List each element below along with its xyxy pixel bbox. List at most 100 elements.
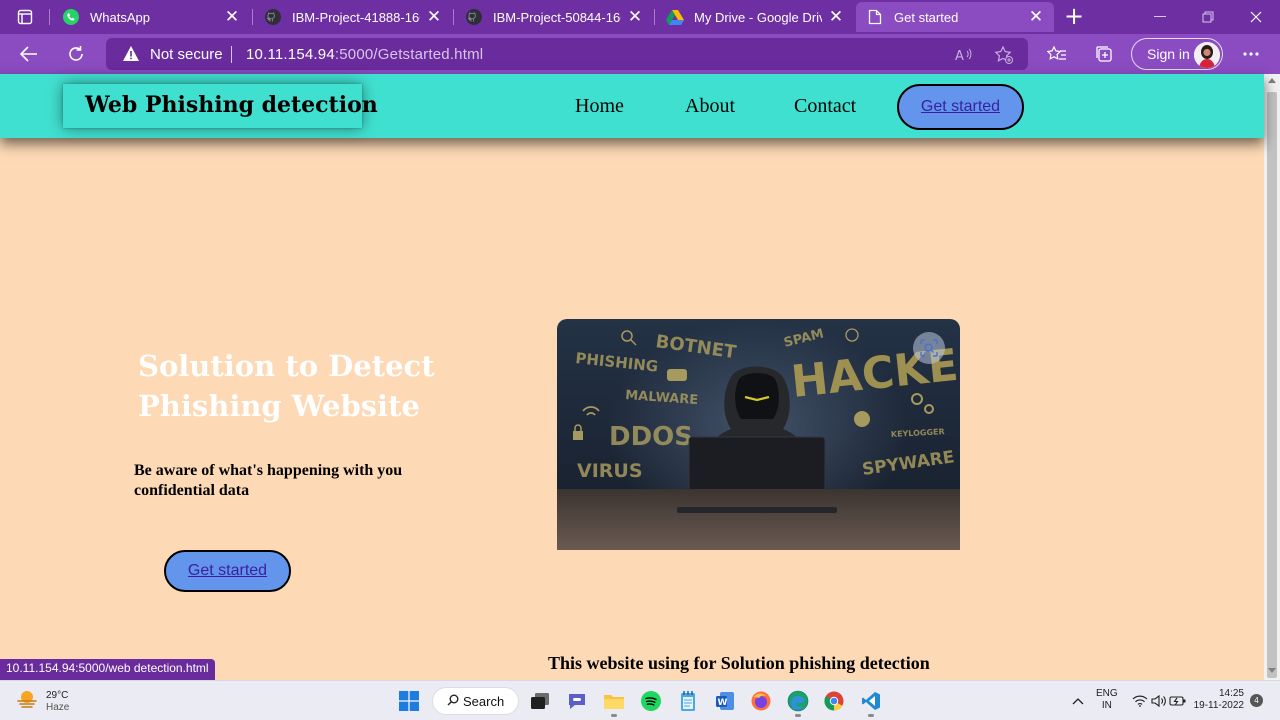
refresh-icon[interactable] — [61, 39, 91, 69]
windows-start-icon[interactable] — [397, 689, 421, 713]
clock-date: 19-11-2022 — [1193, 700, 1244, 711]
close-icon[interactable]: ✕ — [627, 8, 643, 25]
tab-title: IBM-Project-41888-166 — [292, 9, 420, 25]
nav-about-link[interactable]: About — [685, 95, 735, 118]
url-path: :5000/Getstarted.html — [334, 46, 484, 63]
scroll-up-icon[interactable] — [1268, 78, 1276, 83]
search-label: Search — [463, 693, 505, 709]
weather-temperature: 29°C — [46, 689, 69, 701]
collections-icon[interactable] — [1089, 39, 1119, 69]
file-explorer-icon[interactable] — [602, 689, 626, 713]
avatar — [1194, 42, 1220, 68]
close-icon[interactable]: ✕ — [426, 8, 442, 25]
security-status-label[interactable]: Not secure — [150, 46, 223, 63]
firefox-icon[interactable] — [749, 689, 773, 713]
tab-title: My Drive - Google Drive — [694, 9, 822, 25]
tab-actions-menu-icon[interactable] — [0, 0, 50, 34]
language-code: ENG — [1096, 688, 1118, 699]
haze-icon — [16, 688, 38, 715]
tab-get-started[interactable]: Get started ✕ — [856, 2, 1054, 32]
address-bar[interactable]: Not secure 10.11.154.94:5000/Getstarted.… — [106, 38, 1028, 70]
page-icon — [866, 8, 884, 26]
chrome-icon[interactable] — [822, 689, 846, 713]
site-brand: Web Phishing detection — [85, 92, 378, 118]
search-icon — [447, 694, 459, 709]
tab-whatsapp[interactable]: WhatsApp ✕ — [52, 2, 250, 32]
language-region: IN — [1101, 700, 1112, 711]
tab-ibm-project-50844[interactable]: IBM-Project-50844-166 ✕ — [455, 2, 653, 32]
github-icon — [465, 8, 483, 26]
tab-google-drive[interactable]: My Drive - Google Drive ✕ — [656, 2, 854, 32]
new-tab-icon[interactable]: + — [1060, 3, 1088, 31]
close-icon[interactable]: ✕ — [828, 8, 844, 25]
github-icon — [264, 8, 282, 26]
page-scrollbar[interactable] — [1264, 74, 1280, 680]
visual-search-icon[interactable] — [913, 332, 945, 364]
nav-contact-link[interactable]: Contact — [794, 95, 856, 118]
browser-tab-strip: WhatsApp ✕ IBM-Project-41888-166 ✕ IBM-P… — [0, 0, 1280, 34]
running-indicator — [868, 714, 874, 717]
tab-separator — [654, 9, 655, 25]
close-icon[interactable]: ✕ — [224, 8, 240, 25]
nav-home-link[interactable]: Home — [575, 95, 624, 118]
clock-time: 14:25 — [1218, 688, 1244, 699]
back-arrow-icon[interactable] — [14, 39, 44, 69]
status-bar-url: 10.11.154.94:5000/web detection.html — [0, 659, 215, 680]
more-options-icon[interactable] — [1236, 39, 1266, 69]
whatsapp-icon — [62, 8, 80, 26]
notification-badge[interactable]: 4 — [1250, 694, 1263, 707]
hero-title: Solution to Detect Phishing Website — [138, 349, 435, 423]
windows-taskbar: 29°C Haze Search W ENG IN 14:25 19-11-20… — [0, 680, 1280, 720]
add-favorite-icon[interactable] — [992, 43, 1016, 67]
footer-text: This website using for Solution phishing… — [548, 653, 930, 673]
brand-box: Web Phishing detection — [63, 84, 378, 128]
hero-get-started-label: Get started — [187, 562, 268, 579]
task-view-icon[interactable] — [528, 689, 552, 713]
read-aloud-icon[interactable]: A — [952, 43, 976, 67]
running-indicator — [611, 714, 617, 717]
vscode-icon[interactable] — [859, 689, 883, 713]
taskbar-search-box[interactable]: Search — [432, 687, 519, 715]
battery-icon[interactable] — [1166, 689, 1190, 713]
hacker-image: PHISHING BOTNET SPAM HACKER MALWARE DDOS… — [557, 319, 960, 550]
close-window-icon[interactable] — [1232, 0, 1280, 34]
tab-title: IBM-Project-50844-166 — [493, 9, 621, 25]
spotify-icon[interactable] — [639, 689, 663, 713]
chevron-up-icon[interactable] — [1066, 689, 1090, 713]
nav-get-started-label: Get started — [920, 98, 1001, 115]
close-icon[interactable]: ✕ — [1028, 8, 1044, 25]
running-indicator — [795, 714, 801, 717]
nav-get-started-button[interactable]: Get started — [897, 84, 1024, 130]
scroll-down-icon[interactable] — [1268, 668, 1276, 673]
url-text[interactable]: 10.11.154.94:5000/Getstarted.html — [246, 46, 483, 63]
address-divider — [231, 46, 232, 63]
svg-text:W: W — [718, 698, 728, 708]
notepad-icon[interactable] — [676, 689, 700, 713]
image-word: VIRUS — [577, 460, 643, 482]
edge-icon[interactable] — [786, 689, 810, 713]
minimize-icon[interactable] — [1136, 0, 1184, 34]
microsoft-word-icon[interactable]: W — [713, 689, 737, 713]
scrollbar-thumb[interactable] — [1267, 92, 1277, 678]
warning-icon[interactable] — [122, 45, 140, 66]
tab-title: Get started — [894, 9, 959, 25]
hero-subtitle: Be aware of what's happening with you co… — [134, 462, 403, 499]
tab-separator — [49, 9, 50, 25]
sign-in-label: Sign in — [1147, 46, 1190, 62]
system-clock[interactable]: 14:25 19-11-2022 — [1192, 688, 1244, 712]
url-host: 10.11.154.94 — [246, 46, 335, 63]
tab-ibm-project-41888[interactable]: IBM-Project-41888-166 ✕ — [254, 2, 452, 32]
restore-icon[interactable] — [1184, 0, 1232, 34]
language-indicator[interactable]: ENG IN — [1096, 688, 1118, 712]
weather-widget[interactable]: 29°C Haze — [16, 688, 69, 715]
teams-chat-icon[interactable] — [565, 689, 589, 713]
google-drive-icon — [666, 8, 684, 26]
browser-toolbar: Not secure 10.11.154.94:5000/Getstarted.… — [0, 34, 1280, 74]
tab-separator — [453, 9, 454, 25]
sign-in-button[interactable]: Sign in — [1131, 38, 1223, 70]
tab-separator — [252, 9, 253, 25]
weather-condition: Haze — [46, 701, 70, 713]
image-word: DDOS — [609, 422, 693, 452]
favorites-icon[interactable] — [1042, 39, 1072, 69]
hero-get-started-button[interactable]: Get started — [164, 550, 291, 592]
